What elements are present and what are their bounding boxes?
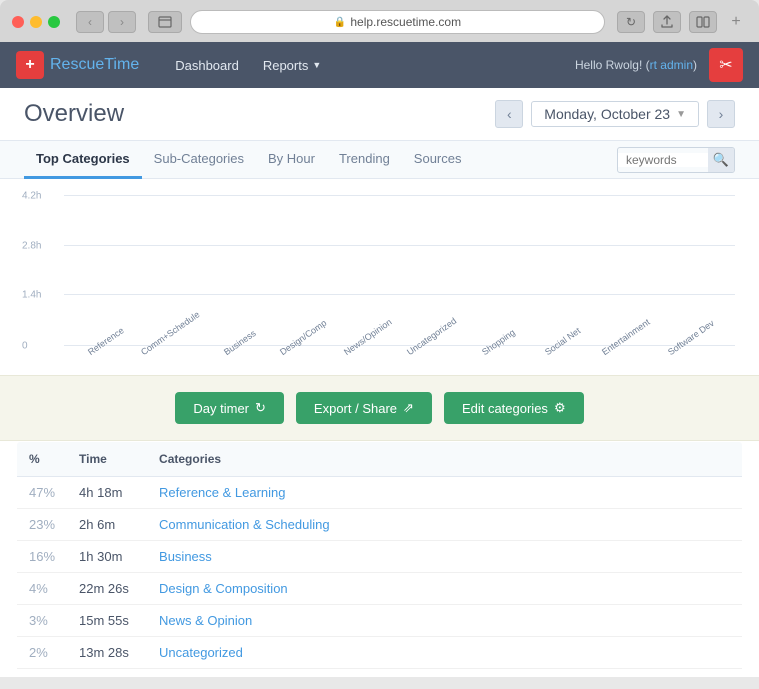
bars: [64, 195, 735, 345]
pct-cell: 2%: [17, 637, 68, 669]
categories-header: Categories: [147, 442, 742, 477]
reports-nav-link[interactable]: Reports ▼: [251, 42, 333, 88]
category-link[interactable]: Uncategorized: [159, 645, 243, 660]
tab-sub-categories[interactable]: Sub-Categories: [142, 141, 256, 179]
time-cell: 22m 26s: [67, 573, 147, 605]
next-date-button[interactable]: ›: [707, 100, 735, 128]
pct-cell: 4%: [17, 573, 68, 605]
tab-trending[interactable]: Trending: [327, 141, 402, 179]
time-header: Time: [67, 442, 147, 477]
reports-dropdown-arrow: ▼: [312, 60, 321, 70]
gear-icon: ⚙: [554, 400, 566, 416]
pct-cell: 16%: [17, 541, 68, 573]
edit-categories-button[interactable]: Edit categories ⚙: [444, 392, 584, 424]
keyword-input[interactable]: [618, 153, 708, 167]
fullscreen-button[interactable]: [48, 16, 60, 28]
time-cell: 1h 30m: [67, 541, 147, 573]
table-row: 16% 1h 30m Business: [17, 541, 743, 573]
category-cell: Design & Composition: [147, 573, 742, 605]
bar-chart: 4.2h 2.8h 1.4h 0: [24, 195, 735, 375]
keyword-search: 🔍: [617, 147, 735, 173]
admin-link[interactable]: rt admin: [650, 58, 693, 72]
logo: + RescueTime: [16, 51, 139, 79]
day-timer-icon: ↻: [255, 400, 266, 416]
category-cell: Reference & Learning: [147, 477, 742, 509]
pct-cell: 23%: [17, 509, 68, 541]
category-link[interactable]: Business: [159, 549, 212, 564]
category-cell: News & Opinion: [147, 605, 742, 637]
time-cell: 9m 40s: [67, 669, 147, 678]
table-row: 4% 22m 26s Design & Composition: [17, 573, 743, 605]
time-cell: 2h 6m: [67, 509, 147, 541]
category-link[interactable]: Design & Composition: [159, 581, 288, 596]
time-cell: 4h 18m: [67, 477, 147, 509]
page-title: Overview: [24, 100, 495, 128]
tools-button[interactable]: ✂: [709, 48, 743, 82]
share-icon: ⇗: [403, 400, 414, 416]
table-row: 23% 2h 6m Communication & Scheduling: [17, 509, 743, 541]
new-tab-button[interactable]: [689, 11, 717, 33]
time-cell: 15m 55s: [67, 605, 147, 637]
table-row: 2% 9m 40s Shopping: [17, 669, 743, 678]
user-greeting: Hello Rwolg! (rt admin): [575, 58, 697, 72]
dashboard-nav-link[interactable]: Dashboard: [163, 42, 251, 88]
categories-table: % Time Categories 47% 4h 18m Reference &…: [16, 441, 743, 677]
export-share-button[interactable]: Export / Share ⇗: [296, 392, 432, 424]
category-link[interactable]: News & Opinion: [159, 613, 252, 628]
back-button[interactable]: ‹: [76, 11, 104, 33]
minimize-button[interactable]: [30, 16, 42, 28]
date-display: Monday, October 23 ▼: [531, 101, 699, 127]
data-table-container: % Time Categories 47% 4h 18m Reference &…: [0, 441, 759, 677]
forward-button[interactable]: ›: [108, 11, 136, 33]
main-content: Overview ‹ Monday, October 23 ▼ › Top Ca…: [0, 88, 759, 677]
category-cell: Communication & Scheduling: [147, 509, 742, 541]
lock-icon: 🔒: [334, 17, 346, 28]
tab-sources[interactable]: Sources: [402, 141, 474, 179]
overview-header: Overview ‹ Monday, October 23 ▼ ›: [0, 88, 759, 141]
tab-bar: Top Categories Sub-Categories By Hour Tr…: [0, 141, 759, 179]
table-row: 47% 4h 18m Reference & Learning: [17, 477, 743, 509]
category-link[interactable]: Communication & Scheduling: [159, 517, 330, 532]
pct-cell: 3%: [17, 605, 68, 637]
close-button[interactable]: [12, 16, 24, 28]
share-button[interactable]: [653, 11, 681, 33]
pct-cell: 2%: [17, 669, 68, 678]
day-timer-button[interactable]: Day timer ↻: [175, 392, 284, 424]
date-navigation: ‹ Monday, October 23 ▼ ›: [495, 100, 735, 128]
tab-top-categories[interactable]: Top Categories: [24, 141, 142, 179]
pct-header: %: [17, 442, 68, 477]
prev-date-button[interactable]: ‹: [495, 100, 523, 128]
window-layout-button[interactable]: [148, 11, 182, 33]
url-text: help.rescuetime.com: [350, 15, 461, 29]
reload-button[interactable]: ↻: [617, 11, 645, 33]
traffic-lights: [12, 16, 60, 28]
logo-text: RescueTime: [50, 56, 139, 74]
address-bar[interactable]: 🔒 help.rescuetime.com: [190, 10, 605, 34]
table-row: 3% 15m 55s News & Opinion: [17, 605, 743, 637]
category-cell: Uncategorized: [147, 637, 742, 669]
add-tab-button[interactable]: +: [725, 11, 747, 33]
category-link[interactable]: Reference & Learning: [159, 485, 285, 500]
time-cell: 13m 28s: [67, 637, 147, 669]
tab-by-hour[interactable]: By Hour: [256, 141, 327, 179]
bar-labels: Reference Comm+Schedule Business Design/…: [64, 345, 735, 375]
category-cell: Shopping: [147, 669, 742, 678]
pct-cell: 47%: [17, 477, 68, 509]
chart-area: 4.2h 2.8h 1.4h 0: [0, 179, 759, 375]
date-dropdown-arrow: ▼: [676, 109, 686, 120]
table-row: 2% 13m 28s Uncategorized: [17, 637, 743, 669]
category-cell: Business: [147, 541, 742, 573]
logo-icon: +: [16, 51, 44, 79]
action-buttons: Day timer ↻ Export / Share ⇗ Edit catego…: [0, 375, 759, 441]
search-button[interactable]: 🔍: [708, 147, 734, 173]
top-navigation: + RescueTime Dashboard Reports ▼ Hello R…: [0, 42, 759, 88]
